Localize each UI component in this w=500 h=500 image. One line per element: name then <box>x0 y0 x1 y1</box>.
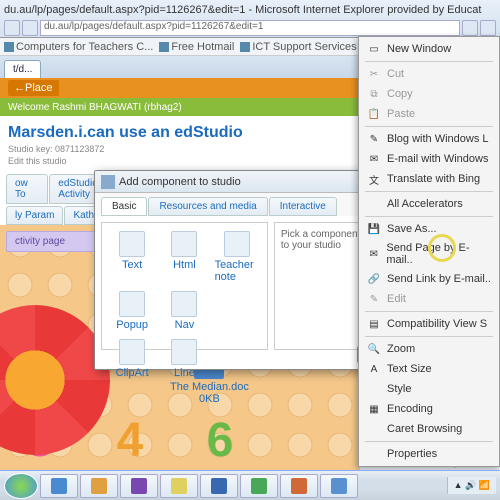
page-context-menu: ▭New Window ✂Cut ⧉Copy 📋Paste ✎Blog with… <box>358 36 500 467</box>
menu-encoding[interactable]: ▦Encoding <box>361 399 497 419</box>
line-icon <box>171 339 197 365</box>
windows-taskbar: ▲ 🔊 📶 <box>0 470 500 500</box>
address-bar: du.au/lp/pages/default.aspx?pid=1126267&… <box>4 20 496 36</box>
app-icon <box>331 478 347 494</box>
stop-button[interactable] <box>480 20 496 36</box>
menu-caret[interactable]: Caret Browsing <box>361 419 497 439</box>
component-grid: Text Html Teacher note Popup Nav ClipArt… <box>101 222 268 350</box>
dialog-tab-basic[interactable]: Basic <box>101 197 147 216</box>
encoding-icon: ▦ <box>367 402 381 416</box>
powerpoint-icon <box>291 478 307 494</box>
word-icon <box>211 478 227 494</box>
number-6-graphic[interactable]: 6 <box>190 405 250 475</box>
menu-save-as[interactable]: 💾Save As... <box>361 219 497 239</box>
component-popup[interactable]: Popup <box>108 289 156 333</box>
link-icon: 🔗 <box>367 272 381 286</box>
paste-icon: 📋 <box>367 107 381 121</box>
start-button[interactable] <box>4 473 38 499</box>
menu-translate[interactable]: 文Translate with Bing <box>361 169 497 189</box>
clipart-icon <box>119 339 145 365</box>
component-html[interactable]: Html <box>160 229 208 285</box>
browser-tab[interactable]: t/d... <box>4 60 41 78</box>
taskbar-button[interactable] <box>120 474 158 498</box>
window-title: du.au/lp/pages/default.aspx?pid=1126267&… <box>4 2 496 18</box>
dialog-tab-resources[interactable]: Resources and media <box>148 197 267 216</box>
menu-accelerators[interactable]: All Accelerators <box>361 194 497 214</box>
taskbar-button[interactable] <box>40 474 78 498</box>
fav-link[interactable]: Free Hotmail <box>159 41 234 53</box>
taskbar-button[interactable] <box>80 474 118 498</box>
doc-size: 0KB <box>170 393 249 405</box>
html-icon <box>171 231 197 257</box>
taskbar-button[interactable] <box>280 474 318 498</box>
system-tray[interactable]: ▲ 🔊 📶 <box>447 477 496 494</box>
menu-compat-view[interactable]: ▤Compatibility View S <box>361 314 497 334</box>
menu-properties[interactable]: Properties <box>361 444 497 464</box>
blog-icon: ✎ <box>367 132 381 146</box>
menu-text-size[interactable]: AText Size <box>361 359 497 379</box>
zoom-icon: 🔍 <box>367 342 381 356</box>
url-input[interactable]: du.au/lp/pages/default.aspx?pid=1126267&… <box>40 20 460 36</box>
component-line[interactable]: Line <box>160 337 208 381</box>
menu-paste: 📋Paste <box>361 104 497 124</box>
save-icon: 💾 <box>367 222 381 236</box>
window-icon: ▭ <box>367 42 381 56</box>
taskbar-button[interactable] <box>320 474 358 498</box>
number-4-graphic[interactable]: 4 <box>100 405 160 475</box>
translate-icon: 文 <box>367 172 381 186</box>
scissors-icon: ✂ <box>367 67 381 81</box>
excel-icon <box>251 478 267 494</box>
compat-icon: ▤ <box>367 317 381 331</box>
taskbar-button[interactable] <box>240 474 278 498</box>
pencil-icon: ✎ <box>367 292 381 306</box>
taskbar-button[interactable] <box>200 474 238 498</box>
outlook-icon <box>171 478 187 494</box>
dialog-icon <box>101 175 115 189</box>
component-teacher-note[interactable]: Teacher note <box>213 229 261 285</box>
menu-style[interactable]: Style <box>361 379 497 399</box>
menu-zoom[interactable]: 🔍Zoom <box>361 339 497 359</box>
component-text[interactable]: Text <box>108 229 156 285</box>
copy-icon: ⧉ <box>367 87 381 101</box>
component-nav[interactable]: Nav <box>160 289 208 333</box>
send-icon: ✉ <box>367 247 380 261</box>
back-button[interactable] <box>4 20 20 36</box>
mail-icon: ✉ <box>367 152 381 166</box>
dialog-tab-interactive[interactable]: Interactive <box>269 197 337 216</box>
fav-link[interactable]: Computers for Teachers C... <box>4 41 153 53</box>
popup-icon <box>119 291 145 317</box>
menu-email[interactable]: ✉E-mail with Windows <box>361 149 497 169</box>
menu-edit: ✎Edit <box>361 289 497 309</box>
menu-send-link[interactable]: 🔗Send Link by E-mail.. <box>361 269 497 289</box>
ie-icon <box>51 478 67 494</box>
text-icon <box>119 231 145 257</box>
forward-button[interactable] <box>22 20 38 36</box>
studio-tab[interactable]: ow To <box>6 174 48 204</box>
note-icon <box>224 231 250 257</box>
taskbar-button[interactable] <box>160 474 198 498</box>
folder-icon <box>91 478 107 494</box>
menu-new-window[interactable]: ▭New Window <box>361 39 497 59</box>
menu-send-page[interactable]: ✉Send Page by E-mail.. <box>361 239 497 269</box>
nav-icon <box>171 291 197 317</box>
menu-cut: ✂Cut <box>361 64 497 84</box>
menu-copy: ⧉Copy <box>361 84 497 104</box>
dialog-title: Add component to studio <box>119 176 241 188</box>
component-clipart[interactable]: ClipArt <box>108 337 156 381</box>
activity-page-label[interactable]: ctivity page <box>6 231 96 252</box>
textsize-icon: A <box>367 362 381 376</box>
menu-blog[interactable]: ✎Blog with Windows L <box>361 129 497 149</box>
onenote-icon <box>131 478 147 494</box>
refresh-button[interactable] <box>462 20 478 36</box>
doc-name: The Median.doc <box>170 381 249 393</box>
studio-tab[interactable]: ly Param <box>6 206 63 225</box>
place-brand[interactable]: ←Place <box>8 80 59 96</box>
